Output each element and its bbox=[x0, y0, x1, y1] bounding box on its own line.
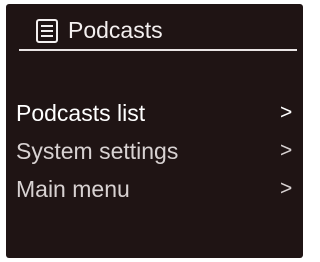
menu-item-label: Main menu bbox=[16, 176, 130, 202]
header-divider bbox=[19, 49, 297, 51]
screen-header: Podcasts bbox=[6, 4, 303, 48]
menu-list: Podcasts list > System settings > Main m… bbox=[6, 98, 303, 212]
menu-item-label: Podcasts list bbox=[16, 100, 146, 126]
list-document-icon bbox=[36, 19, 58, 43]
chevron-right-icon: > bbox=[280, 101, 293, 124]
page-title: Podcasts bbox=[68, 17, 163, 43]
menu-item-system-settings[interactable]: System settings > bbox=[6, 136, 303, 174]
chevron-right-icon: > bbox=[280, 139, 293, 162]
menu-item-main-menu[interactable]: Main menu > bbox=[6, 174, 303, 212]
menu-item-label: System settings bbox=[16, 138, 179, 164]
chevron-right-icon: > bbox=[280, 177, 293, 200]
device-screen: Podcasts Podcasts list > System settings… bbox=[6, 4, 303, 258]
menu-item-podcasts-list[interactable]: Podcasts list > bbox=[6, 98, 303, 136]
